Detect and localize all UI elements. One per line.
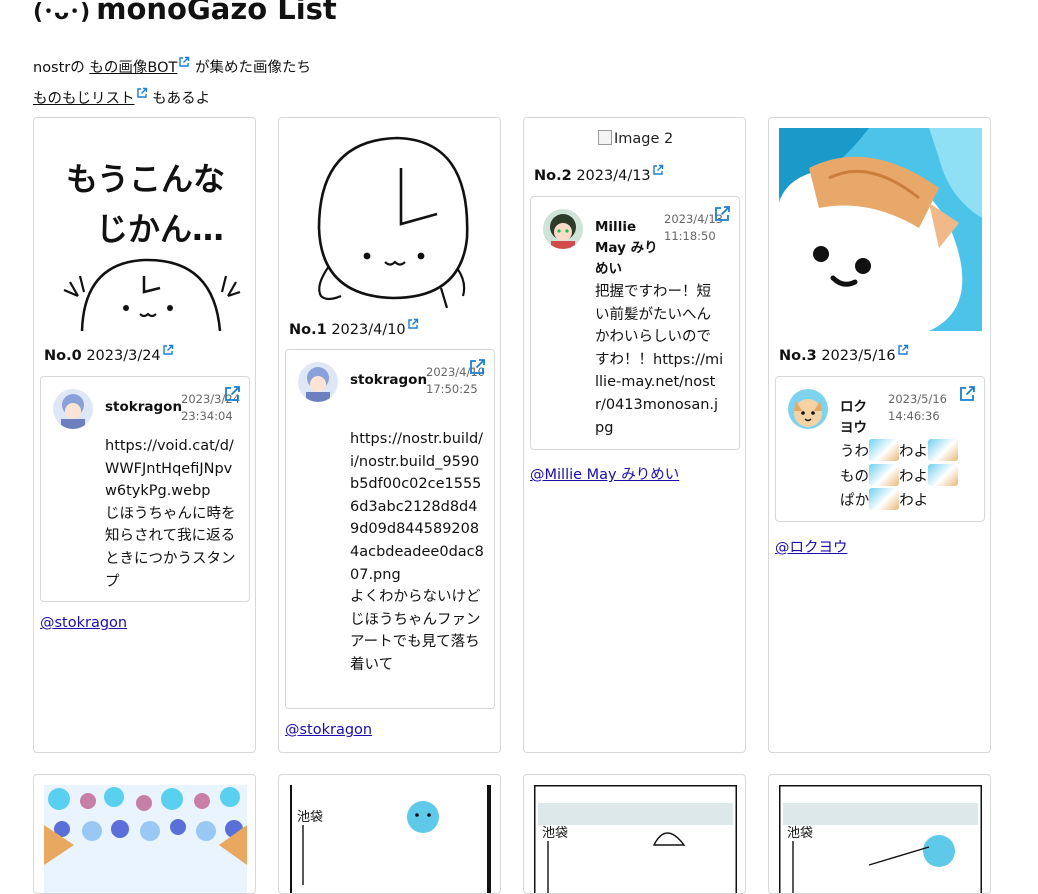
card-image[interactable]: もうこんな じかん… — [44, 128, 247, 331]
image-card: 池袋 — [523, 774, 746, 894]
page-title: (･ᴗ･) monoGazo List — [33, 0, 337, 26]
open-note-icon[interactable] — [468, 358, 486, 376]
author-name: stokragon — [105, 399, 183, 415]
card-image[interactable] — [44, 785, 247, 893]
monomoji-list-link[interactable]: ものもじリスト — [33, 91, 135, 107]
author-name: ロクヨウ — [840, 399, 867, 436]
note-content: https://nostr.build/i/nostr.build_9590b5… — [350, 431, 484, 673]
card-image[interactable]: 池袋 — [534, 785, 737, 893]
stamp-time: 11:18:50 — [664, 229, 716, 243]
author-handle-link[interactable]: @stokragon — [40, 615, 127, 631]
content-line: もの わよ — [840, 463, 974, 489]
author-avatar — [788, 389, 828, 429]
note-card: Millie May みりめい 2023/4/13 11:18:50 把握ですわー… — [530, 196, 740, 450]
image-card — [33, 774, 256, 894]
open-note-icon[interactable] — [958, 385, 976, 403]
broken-image[interactable]: Image 2 — [598, 130, 673, 147]
title-text: monoGazo List — [96, 0, 337, 26]
card-caption: No.3 2023/5/16 — [779, 344, 909, 364]
author-handle-link[interactable]: @stokragon — [285, 722, 372, 738]
intro-line-1: nostrの もの画像BOT が集めた画像たち — [33, 56, 311, 77]
ikebukuro-comic-illustration: 池袋 — [534, 785, 737, 893]
external-link-icon[interactable] — [652, 164, 664, 176]
external-link-icon[interactable] — [407, 318, 419, 330]
external-link-icon[interactable] — [162, 344, 174, 356]
external-link-icon — [136, 87, 148, 99]
image-card: No.1 2023/4/10 stokragon 2023/4/10 17:50:… — [278, 117, 501, 753]
card-caption: No.0 2023/3/24 — [44, 344, 174, 364]
art-caption-line-2: じかん… — [96, 210, 224, 248]
image-card: 池袋 — [768, 774, 991, 894]
author-avatar — [543, 209, 583, 249]
flower-pattern-illustration — [44, 785, 247, 893]
mono-emoji-icon — [869, 439, 899, 461]
art-station-label: 池袋 — [787, 826, 813, 841]
ikebukuro-comic-illustration: 池袋 — [779, 785, 982, 893]
open-note-icon[interactable] — [223, 385, 241, 403]
mono-emoji-icon — [928, 439, 958, 461]
title-face-emoticon: (･ᴗ･) — [33, 0, 91, 25]
note-content: うわ わよ もの わよ ぱか わよ — [840, 439, 974, 513]
image-date: 2023/5/16 — [821, 348, 896, 364]
card-caption: No.2 2023/4/13 — [534, 164, 664, 184]
mono-emoji-icon — [869, 488, 900, 511]
intro-text: が集めた画像たち — [194, 60, 311, 76]
content-line: ぱか わよ — [840, 488, 974, 513]
note-card: stokragon 2023/3/24 23:34:04 https://void… — [40, 376, 250, 602]
card-image[interactable] — [289, 128, 492, 308]
art-station-label: 池袋 — [542, 826, 568, 841]
art-caption-line-1: もうこんな — [66, 160, 225, 198]
mono-gazo-bot-link[interactable]: もの画像BOT — [89, 60, 177, 76]
image-card: もうこんな じかん… No.0 2023/3/24 stokragon 2023… — [33, 117, 256, 753]
external-link-icon — [178, 56, 190, 68]
image-date: 2023/3/24 — [86, 348, 161, 364]
author-avatar — [298, 362, 338, 402]
open-note-icon[interactable] — [713, 205, 731, 223]
mono-character-illustration — [779, 128, 982, 331]
stamp-date: 2023/5/16 — [888, 392, 947, 406]
author-handle-link[interactable]: @ロクヨウ — [775, 536, 848, 557]
note-card: ロクヨウ 2023/5/16 14:46:36 うわ わよ もの わよ ぱか わよ — [775, 376, 985, 522]
author-name: Millie May みりめい — [595, 219, 658, 277]
author-handle-link[interactable]: @Millie May みりめい — [530, 463, 679, 484]
image-date: 2023/4/10 — [331, 322, 406, 338]
intro-text: nostrの — [33, 60, 85, 76]
image-card: Image 2 No.2 2023/4/13 Millie May みりめい 2… — [523, 117, 746, 753]
note-content: https://void.cat/d/WWFJntHqefiJNpvw6tykP… — [105, 438, 236, 590]
ikebukuro-comic-illustration: 池袋 — [289, 785, 492, 893]
mono-emoji-icon — [869, 463, 899, 486]
mono-emoji-icon — [928, 463, 958, 486]
note-timestamp: 2023/5/16 14:46:36 — [888, 391, 947, 425]
author-name: stokragon — [350, 372, 428, 388]
image-number: No.0 — [44, 348, 82, 364]
card-image[interactable]: 池袋 — [779, 785, 982, 893]
image-date: 2023/4/13 — [576, 168, 651, 184]
image-number: No.2 — [534, 168, 572, 184]
card-image[interactable]: 池袋 — [289, 785, 492, 893]
external-link-icon[interactable] — [897, 344, 909, 356]
clock-character-illustration — [317, 136, 469, 308]
note-content: 把握ですわー！短い前髪がたいへんかわいらしいのですわ！！https://mill… — [595, 284, 724, 436]
broken-image-icon — [598, 130, 612, 145]
art-station-label: 池袋 — [297, 810, 323, 825]
image-card: No.3 2023/5/16 ロクヨウ 2023/5/16 14:46:36 うわ… — [768, 117, 991, 753]
content-line: うわ わよ — [840, 439, 974, 464]
stamp-time: 23:34:04 — [181, 409, 233, 423]
note-card: stokragon 2023/4/10 17:50:25 https://nost… — [285, 349, 495, 709]
image-card: 池袋 — [278, 774, 501, 894]
stamp-time: 14:46:36 — [888, 409, 940, 423]
card-caption: No.1 2023/4/10 — [289, 318, 419, 338]
stamp-time: 17:50:25 — [426, 382, 478, 396]
intro-text: もあるよ — [152, 91, 211, 107]
author-avatar — [53, 389, 93, 429]
image-number: No.1 — [289, 322, 327, 338]
image-alt-text: Image 2 — [614, 131, 674, 147]
clock-character-illustration: もうこんな じかん… — [63, 160, 241, 331]
card-image[interactable] — [779, 128, 982, 331]
intro-line-2: ものもじリスト もあるよ — [33, 87, 210, 108]
image-number: No.3 — [779, 348, 817, 364]
